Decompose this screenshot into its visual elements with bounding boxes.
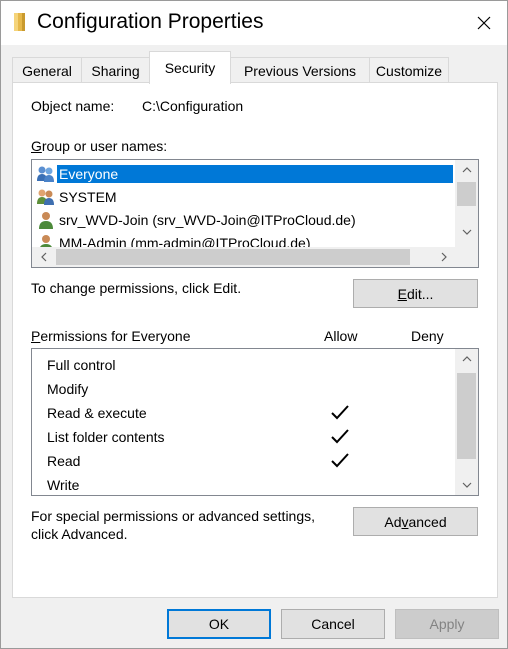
group-names-label: Group or user names:	[31, 138, 168, 154]
scroll-up-arrow[interactable]	[455, 349, 478, 369]
group-user-list[interactable]: Everyone SYSTEM srv_WVD-Join (srv_WVD-Jo…	[31, 159, 479, 268]
close-icon	[477, 16, 491, 30]
list-item-srv-wvd-join[interactable]: srv_WVD-Join (srv_WVD-Join@ITProCloud.de…	[32, 208, 457, 231]
object-name-label: Object name:	[31, 98, 115, 114]
user-icon	[39, 211, 53, 229]
list-item-label: SYSTEM	[59, 188, 117, 205]
permission-row-full-control: Full control	[32, 353, 452, 377]
chevron-right-icon	[441, 252, 447, 262]
checkmark-icon	[331, 453, 349, 468]
scroll-thumb[interactable]	[56, 249, 410, 265]
tab-label: Security	[164, 60, 216, 76]
scroll-down-arrow[interactable]	[455, 222, 478, 242]
properties-dialog: Configuration Properties General Sharing…	[0, 0, 508, 649]
chevron-up-icon	[462, 356, 471, 362]
ok-button-label: OK	[208, 616, 230, 632]
title-bar: Configuration Properties	[1, 1, 507, 45]
chevron-down-icon	[462, 482, 471, 488]
permission-row-modify: Modify	[32, 377, 452, 401]
scroll-left-arrow[interactable]	[32, 247, 55, 267]
permission-name: Read & execute	[47, 405, 147, 421]
permissions-for-label: Permissions for Everyone	[31, 328, 191, 344]
tab-label: Sharing	[91, 62, 140, 79]
scroll-up-arrow[interactable]	[455, 160, 478, 180]
special-permissions-text-line1: For special permissions or advanced sett…	[31, 508, 316, 524]
scroll-down-arrow[interactable]	[455, 475, 478, 495]
ok-button[interactable]: OK	[167, 609, 271, 639]
tab-label: General	[22, 62, 72, 79]
users-group-icon	[37, 166, 54, 182]
cancel-button[interactable]: Cancel	[281, 609, 385, 639]
tab-label: Customize	[375, 62, 443, 79]
folder-icon	[14, 13, 25, 31]
permission-name: Modify	[47, 381, 89, 397]
cancel-button-label: Cancel	[311, 616, 355, 632]
permission-name: Read	[47, 453, 81, 469]
group-list-vertical-scrollbar[interactable]	[455, 160, 478, 247]
list-item-system[interactable]: SYSTEM	[32, 185, 457, 208]
scroll-right-arrow[interactable]	[432, 247, 455, 267]
chevron-left-icon	[40, 252, 46, 262]
permission-name: Write	[47, 477, 80, 493]
tab-customize[interactable]: Customize	[369, 57, 449, 83]
permission-name: List folder contents	[47, 429, 165, 445]
special-permissions-text-line2: click Advanced.	[31, 526, 128, 542]
chevron-up-icon	[462, 167, 471, 173]
apply-button-label: Apply	[429, 616, 465, 632]
advanced-button-label: Advanced	[384, 513, 447, 530]
permissions-list[interactable]: Full control Modify Read & execute List …	[31, 348, 479, 496]
allow-column-header: Allow	[324, 328, 358, 344]
permission-name: Full control	[47, 357, 116, 373]
scroll-thumb[interactable]	[457, 373, 476, 459]
permission-row-read-execute: Read & execute	[32, 401, 452, 425]
permission-row-list-folder-contents: List folder contents	[32, 425, 452, 449]
list-item-everyone[interactable]: Everyone	[32, 162, 457, 185]
list-item-label: Everyone	[57, 164, 453, 183]
users-group-icon	[37, 189, 54, 205]
checkmark-icon	[331, 429, 349, 444]
object-name-value: C:\Configuration	[142, 98, 244, 114]
tab-strip: General Sharing Security Previous Versio…	[12, 51, 498, 84]
window-title: Configuration Properties	[37, 10, 264, 33]
deny-column-header: Deny	[411, 328, 444, 344]
advanced-button[interactable]: Advanced	[353, 507, 478, 536]
checkmark-icon	[331, 405, 349, 420]
permission-row-read: Read	[32, 449, 452, 473]
scroll-thumb[interactable]	[457, 182, 476, 206]
permissions-vertical-scrollbar[interactable]	[455, 349, 478, 495]
tab-label: Previous Versions	[243, 62, 357, 79]
edit-button[interactable]: Edit...	[353, 279, 478, 308]
chevron-down-icon	[462, 229, 471, 235]
list-item-label: srv_WVD-Join (srv_WVD-Join@ITProCloud.de…	[59, 211, 356, 228]
apply-button[interactable]: Apply	[395, 609, 499, 639]
change-permissions-text: To change permissions, click Edit.	[31, 280, 242, 296]
group-list-horizontal-scrollbar[interactable]	[32, 247, 478, 267]
tab-security[interactable]: Security	[149, 51, 231, 84]
edit-button-label: Edit...	[397, 285, 434, 302]
tab-previous-versions[interactable]: Previous Versions	[230, 57, 370, 83]
permission-row-write: Write	[32, 473, 452, 495]
tab-sharing[interactable]: Sharing	[81, 57, 150, 83]
close-button[interactable]	[461, 1, 507, 45]
tab-general[interactable]: General	[12, 57, 82, 83]
